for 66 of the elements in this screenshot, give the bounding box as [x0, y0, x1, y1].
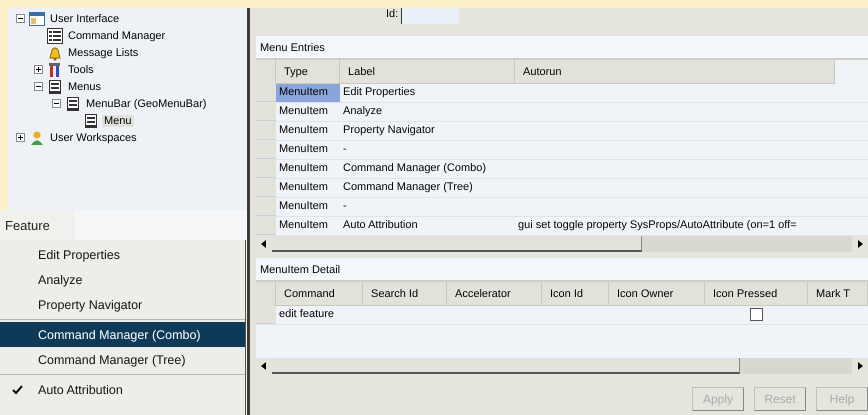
- column-header[interactable]: Search Id: [363, 282, 447, 306]
- table-cell-text: Command Manager (Combo): [342, 161, 488, 176]
- expand-toggle[interactable]: [16, 133, 25, 142]
- table-cell-text: MenuItem: [278, 104, 329, 119]
- tree-item[interactable]: MenuBar (GeoMenuBar): [84, 98, 208, 110]
- dropdown-option[interactable]: Command Manager (Tree): [0, 347, 245, 372]
- section-title: MenuItem Detail: [256, 258, 868, 282]
- window-icon: [29, 10, 45, 26]
- tree-item[interactable]: Menu: [102, 114, 134, 126]
- table-cell-text: edit feature: [278, 307, 336, 322]
- table-cell-text: MenuItem: [278, 180, 329, 195]
- menu-title[interactable]: Feature: [0, 210, 75, 240]
- dropdown-option[interactable]: Auto Attribution: [0, 377, 245, 402]
- collapse-toggle[interactable]: [34, 82, 43, 91]
- check-icon: [12, 385, 23, 395]
- tools-icon: [47, 62, 63, 78]
- tree-item[interactable]: Command Manager: [66, 30, 168, 42]
- table-cell-text: Auto Attribution: [342, 218, 419, 233]
- bell-icon: [47, 44, 63, 60]
- dropdown-option[interactable]: Edit Properties: [0, 242, 245, 267]
- id-field[interactable]: [401, 8, 460, 24]
- tree-item[interactable]: User Interface: [48, 12, 122, 24]
- user-icon: [29, 130, 45, 146]
- menu-icon: [83, 112, 99, 128]
- scroll-right-icon[interactable]: [852, 236, 868, 252]
- menu-icon: [65, 96, 81, 112]
- scroll-right-icon[interactable]: [852, 358, 868, 374]
- expand-toggle[interactable]: [34, 65, 43, 74]
- table-cell-text: Analyze: [342, 104, 384, 119]
- dropdown-option[interactable]: Property Navigator: [0, 292, 245, 317]
- table-cell-text: -: [342, 142, 348, 157]
- column-header[interactable]: Icon Id: [542, 282, 609, 306]
- table-cell-text: MenuItem: [278, 161, 329, 176]
- list-icon: [47, 28, 63, 44]
- column-header[interactable]: Autorun: [515, 60, 835, 84]
- checkbox[interactable]: [750, 308, 763, 321]
- table-cell-text: MenuItem: [278, 123, 329, 138]
- column-header[interactable]: Label: [340, 60, 515, 84]
- collapse-toggle[interactable]: [52, 99, 61, 108]
- collapse-toggle[interactable]: [16, 14, 25, 23]
- horizontal-scrollbar[interactable]: [256, 236, 868, 252]
- tree-item[interactable]: Tools: [66, 64, 96, 76]
- table-cell-text: gui set toggle property SysProps/AutoAttribute (on=1 off=: [517, 218, 798, 233]
- column-header[interactable]: Icon Owner: [609, 282, 705, 306]
- dropdown-option[interactable]: Command Manager (Combo): [0, 322, 245, 347]
- table-cell-text: MenuItem: [278, 199, 329, 214]
- table-cell-text: Edit Properties: [342, 85, 416, 100]
- tree-item[interactable]: Message Lists: [66, 46, 140, 58]
- table-cell-text: MenuItem: [278, 142, 329, 157]
- column-header[interactable]: Command: [276, 282, 363, 306]
- section-title: Menu Entries: [256, 36, 868, 60]
- column-header[interactable]: Mark T: [808, 282, 868, 306]
- column-header[interactable]: Icon Pressed: [705, 282, 808, 306]
- column-header[interactable]: Type: [276, 60, 340, 84]
- menu-icon: [47, 78, 63, 94]
- table-cell: MenuItem: [276, 84, 340, 102]
- tree-item[interactable]: User Workspaces: [48, 132, 139, 144]
- dropdown-option[interactable]: Analyze: [0, 267, 245, 292]
- table-cell-text: Property Navigator: [342, 123, 436, 138]
- column-header[interactable]: Accelerator: [447, 282, 542, 306]
- horizontal-scrollbar[interactable]: [256, 358, 868, 374]
- table-cell-text: MenuItem: [278, 218, 329, 233]
- table-cell-text: -: [342, 199, 348, 214]
- tree-item[interactable]: Menus: [66, 80, 104, 92]
- table-cell-text: Command Manager (Tree): [342, 180, 474, 195]
- field-label: Id:: [386, 8, 398, 20]
